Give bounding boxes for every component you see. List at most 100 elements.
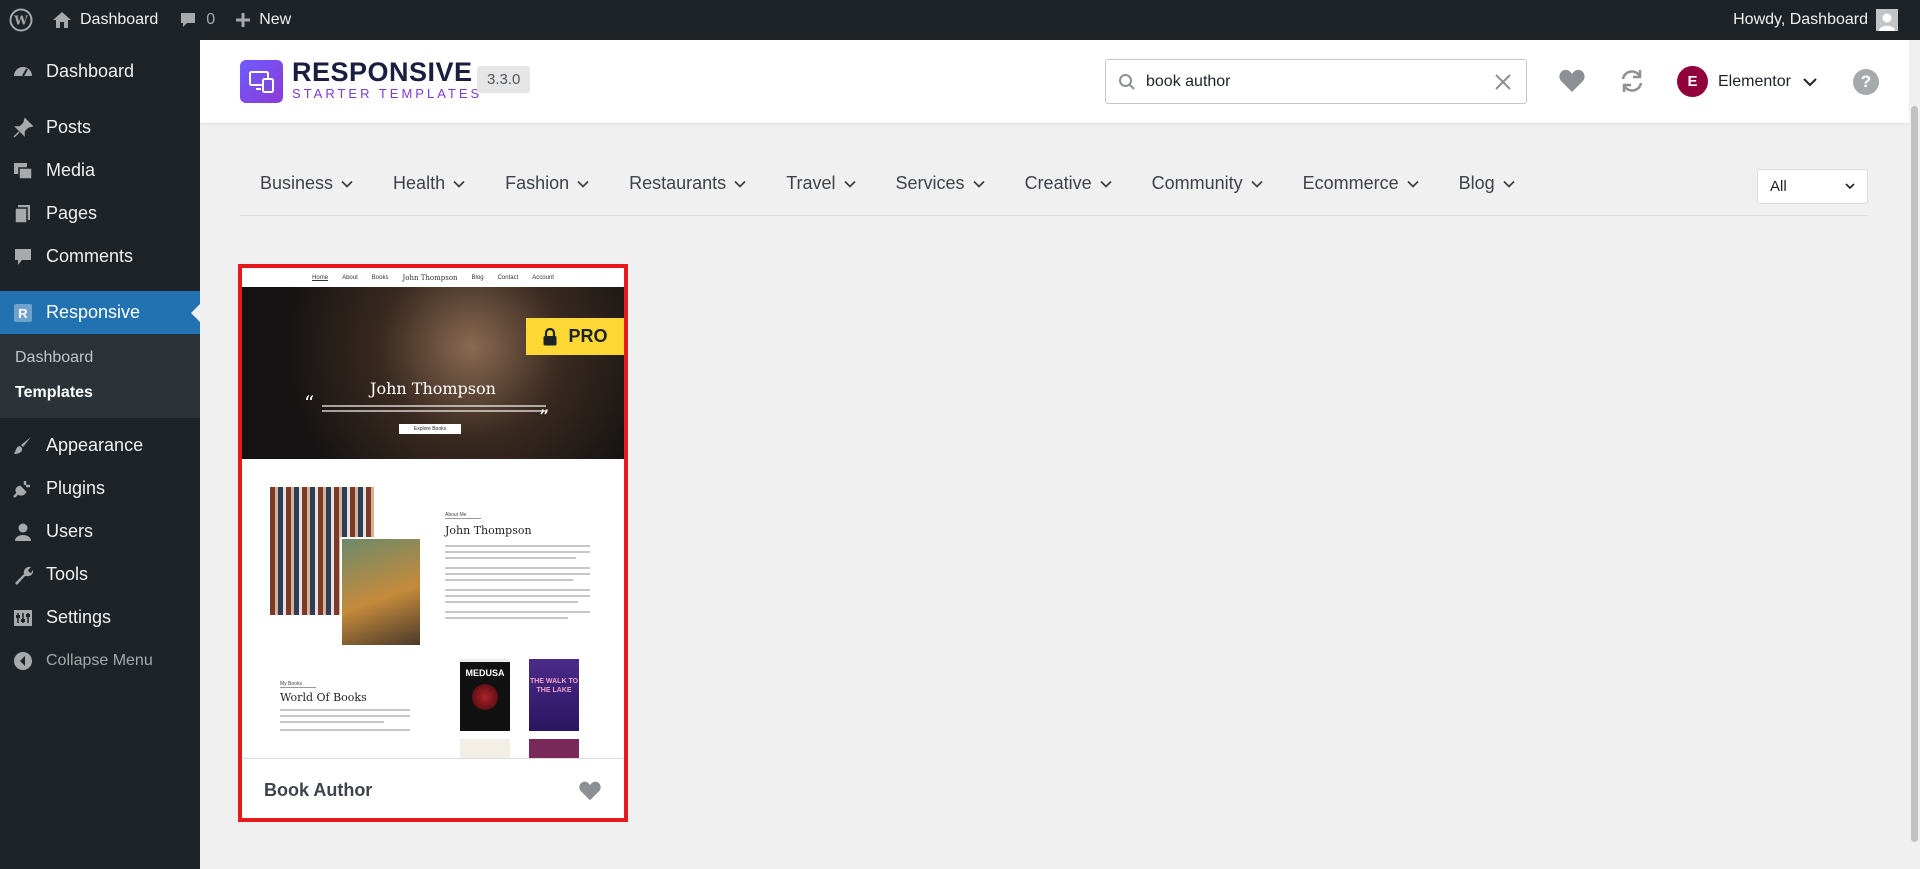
category-ecommerce[interactable]: Ecommerce [1283,167,1439,201]
preview-nav-item: Books [371,274,389,281]
settings-icon [10,605,36,631]
submenu-item-templates[interactable]: Templates [0,376,200,411]
elementor-logo-icon: E [1677,66,1708,97]
category-fashion[interactable]: Fashion [485,167,609,201]
quote-open-icon: “ [304,391,315,415]
preview-books-tag: My Books [280,681,316,688]
user-icon [10,519,36,545]
category-creative[interactable]: Creative [1005,167,1132,201]
category-label: Health [393,173,446,193]
collapse-menu-button[interactable]: Collapse Menu [0,639,200,682]
category-label: Travel [786,173,836,193]
sidebar-item-responsive[interactable]: R Responsive [0,291,200,334]
sidebar-item-dashboard[interactable]: Dashboard [0,50,200,93]
book-cover-title: MEDUSA [465,668,505,678]
page-scrollbar[interactable] [1909,40,1920,869]
chevron-down-icon [734,180,746,188]
category-label: Fashion [505,173,570,193]
category-label: Ecommerce [1302,173,1399,193]
template-title[interactable]: Book Author [264,780,372,801]
sidebar-item-label: Appearance [46,435,144,455]
admin-bar-new[interactable]: New [225,0,301,40]
sidebar-item-comments[interactable]: Comments [0,235,200,278]
admin-bar-site[interactable]: Dashboard [42,0,168,40]
template-preview[interactable]: Home About Books John Thompson Blog Cont… [242,268,624,758]
admin-bar: W Dashboard 0 New Howdy, Dashboard [0,0,1920,40]
admin-bar-comments[interactable]: 0 [168,0,225,40]
collapse-menu-label: Collapse Menu [46,651,153,669]
preview-nav: Home About Books John Thompson Blog Cont… [242,268,624,287]
preview-about-text: About Me John Thompson [445,512,590,623]
preview-nav-item: Blog [471,274,484,281]
comment-icon [178,10,198,30]
help-icon[interactable]: ? [1853,69,1879,95]
clear-search-icon[interactable] [1494,73,1512,91]
logo-main: RESPONSIVE [292,57,473,87]
sidebar-item-users[interactable]: Users [0,510,200,553]
chevron-down-icon [1803,77,1817,87]
sidebar-item-settings[interactable]: Settings [0,596,200,639]
chevron-down-icon [1250,180,1263,188]
home-icon [52,11,72,29]
pro-label: PRO [568,326,608,346]
admin-bar-account[interactable]: Howdy, Dashboard [1723,0,1920,40]
preview-nav-item: Contact [497,274,519,281]
category-label: Services [895,173,965,193]
builder-label: Elementor [1718,72,1791,90]
search-input[interactable] [1146,72,1494,91]
category-label: Creative [1024,173,1092,193]
media-icon [10,158,36,184]
category-health[interactable]: Health [373,167,485,201]
template-card-footer: Book Author [242,758,624,822]
sidebar-item-label: Media [46,160,96,180]
category-label: Community [1151,173,1243,193]
search-box [1105,59,1527,104]
responsive-logo-icon [240,60,283,103]
preview-books-text [280,709,410,735]
lock-icon [543,327,557,345]
sidebar-submenu: Dashboard Templates [0,334,200,418]
sidebar-item-pages[interactable]: Pages [0,192,200,235]
sidebar-item-tools[interactable]: Tools [0,553,200,596]
pages-icon [10,201,36,227]
avatar [1876,9,1898,31]
category-business[interactable]: Business [240,167,373,201]
sidebar-item-label: Plugins [46,478,106,498]
dashboard-icon [10,59,36,85]
plus-icon [235,12,251,28]
sidebar-item-label: Dashboard [46,61,135,81]
submenu-item-dashboard[interactable]: Dashboard [0,341,200,376]
preview-book-cover: THE WALK TO THE LAKE [529,659,579,731]
scrollbar-thumb[interactable] [1911,106,1918,842]
page-builder-select[interactable]: E Elementor [1677,66,1817,97]
category-services[interactable]: Services [876,167,1005,201]
preview-author-image [340,537,422,647]
sidebar-item-appearance[interactable]: Appearance [0,424,200,467]
category-restaurants[interactable]: Restaurants [609,167,766,201]
favorites-heart-icon[interactable] [1558,68,1586,94]
chevron-down-icon [1099,180,1112,188]
brush-icon [10,433,36,459]
sidebar-item-label: Pages [46,203,98,223]
category-blog[interactable]: Blog [1439,167,1535,201]
wordpress-logo-icon[interactable]: W [0,0,42,40]
preview-nav-item: Home [312,274,329,281]
preview-about-tag: About Me [445,512,481,519]
sidebar-item-label: Comments [46,246,134,266]
category-label: Restaurants [629,173,727,193]
category-community[interactable]: Community [1132,167,1283,201]
category-label: Blog [1458,173,1495,193]
preview-hero: John Thompson “ ” Explore Books PRO [242,287,624,459]
template-card[interactable]: Home About Books John Thompson Blog Cont… [238,264,628,822]
sidebar-item-media[interactable]: Media [0,149,200,192]
type-filter-select[interactable]: All [1757,169,1868,204]
preview-about-name: John Thompson [445,524,532,537]
sync-icon[interactable] [1618,68,1646,94]
chevron-down-icon [843,180,856,188]
favorite-heart-icon[interactable] [578,780,602,802]
filter-selected: All [1770,178,1787,195]
category-travel[interactable]: Travel [766,167,875,201]
sidebar-item-plugins[interactable]: Plugins [0,467,200,510]
sidebar-item-posts[interactable]: Posts [0,106,200,149]
preview-book-cover [460,739,510,758]
